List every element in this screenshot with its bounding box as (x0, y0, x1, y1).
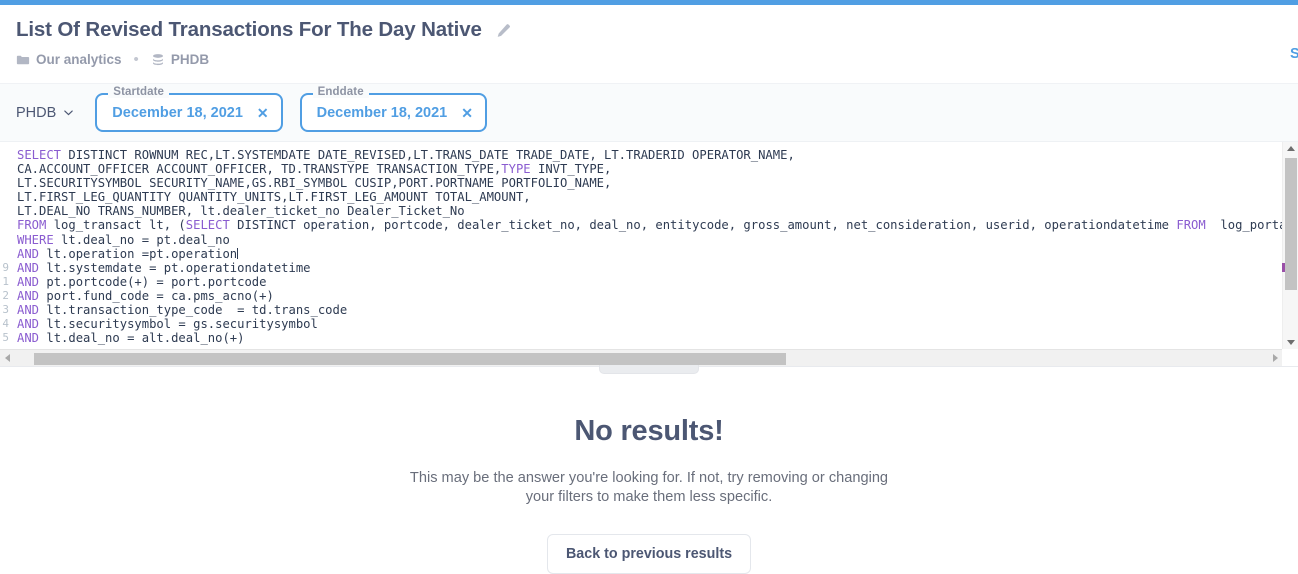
filter-bar: PHDB Startdate December 18, 2021 ✕ Endda… (0, 83, 1298, 142)
editor-annotation-marker (1282, 263, 1285, 272)
filter-chip-startdate[interactable]: Startdate December 18, 2021 ✕ (95, 86, 283, 132)
triangle-left-icon (4, 354, 10, 362)
scroll-right-button[interactable] (1268, 350, 1282, 366)
sql-code-line: SELECT DISTINCT ROWNUM REC,LT.SYSTEMDATE… (17, 148, 795, 162)
breadcrumb-item-database[interactable]: PHDB (151, 52, 209, 67)
editor-gutter: 912345 (2, 260, 9, 345)
sql-code-line: LT.DEAL_NO TRANS_NUMBER, lt.dealer_ticke… (17, 204, 465, 219)
sql-code-line: AND lt.systemdate = pt.operationdatetime (17, 260, 311, 275)
sql-editor-viewport[interactable]: 912345 SELECT DISTINCT ROWNUM REC,LT.SYS… (0, 142, 1282, 349)
filter-legend-enddate: Enddate (312, 86, 369, 98)
title-row: List Of Revised Transactions For The Day… (16, 18, 1298, 42)
pencil-icon (497, 24, 510, 37)
sql-code-line: AND lt.deal_no = alt.deal_no(+) (17, 331, 245, 346)
sql-code-line: CA.ACCOUNT_OFFICER ACCOUNT_OFFICER, TD.T… (17, 162, 612, 177)
breadcrumb: Our analytics • PHDB (16, 52, 1298, 67)
breadcrumb-item-collection[interactable]: Our analytics (16, 52, 122, 67)
sql-code-line: AND pt.portcode(+) = port.portcode (17, 274, 267, 289)
sql-code-line: AND lt.operation =pt.operation (17, 246, 239, 261)
clear-filter-startdate-icon[interactable]: ✕ (257, 106, 269, 120)
editor-horizontal-scrollbar[interactable] (0, 349, 1282, 366)
triangle-down-icon (1286, 340, 1295, 345)
triangle-right-icon (1272, 354, 1278, 362)
breadcrumb-separator: • (133, 51, 139, 68)
folder-icon (16, 55, 30, 64)
clear-filter-enddate-icon[interactable]: ✕ (461, 106, 473, 120)
sql-code[interactable]: SELECT DISTINCT ROWNUM REC,LT.SYSTEMDATE… (10, 148, 1282, 345)
filter-value-startdate: December 18, 2021 (112, 104, 243, 121)
sql-code-line: AND lt.securitysymbol = gs.securitysymbo… (17, 317, 318, 332)
triangle-up-icon (1286, 146, 1295, 151)
breadcrumb-database-label: PHDB (170, 52, 210, 67)
filter-chip-enddate[interactable]: Enddate December 18, 2021 ✕ (299, 86, 487, 132)
sql-code-line: AND port.fund_code = ca.pms_acno(+) (17, 288, 274, 303)
sql-code-line: LT.FIRST_LEG_QUANTITY QUANTITY_UNITS,LT.… (17, 190, 531, 205)
sql-code-line: LT.SECURITYSYMBOL SECURITY_NAME,GS.RBI_S… (17, 176, 612, 191)
sql-code-line: AND lt.transaction_type_code = td.trans_… (17, 303, 348, 318)
scroll-up-button[interactable] (1283, 142, 1298, 155)
text-cursor (237, 247, 239, 259)
chevron-down-icon (64, 110, 74, 116)
scroll-left-button[interactable] (0, 350, 14, 366)
sql-code-line: FROM log_transact lt, (SELECT DISTINCT o… (17, 218, 1282, 233)
no-results-subtitle: This may be the answer you're looking fo… (409, 470, 889, 505)
back-to-previous-results-button[interactable]: Back to previous results (546, 534, 752, 574)
database-picker[interactable]: PHDB (16, 105, 78, 121)
page-header: List Of Revised Transactions For The Day… (0, 5, 1298, 83)
save-link[interactable]: Save (1290, 46, 1298, 62)
edit-title-button[interactable] (494, 22, 512, 40)
vertical-scroll-thumb[interactable] (1285, 158, 1297, 290)
editor-vertical-scrollbar[interactable] (1282, 142, 1298, 349)
scroll-down-button[interactable] (1283, 336, 1298, 349)
editor-resize-handle[interactable] (599, 365, 699, 374)
no-results-title: No results! (574, 415, 724, 447)
filter-value-enddate: December 18, 2021 (316, 104, 448, 121)
sql-editor[interactable]: 912345 SELECT DISTINCT ROWNUM REC,LT.SYS… (0, 142, 1298, 374)
breadcrumb-collection-label: Our analytics (36, 52, 122, 67)
page-title: List Of Revised Transactions For The Day… (16, 18, 482, 41)
horizontal-scroll-thumb[interactable] (34, 353, 786, 365)
no-results-panel: No results! This may be the answer you'r… (0, 367, 1298, 574)
filter-legend-startdate: Startdate (108, 86, 170, 98)
database-icon (152, 53, 163, 65)
sql-code-line: WHERE lt.deal_no = pt.deal_no (17, 232, 230, 247)
database-picker-label: PHDB (16, 104, 57, 121)
